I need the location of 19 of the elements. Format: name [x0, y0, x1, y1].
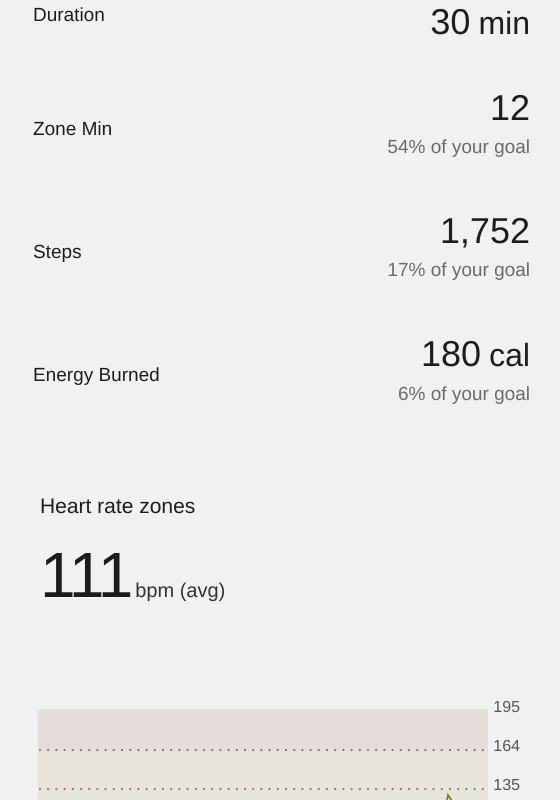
axis-label: 135: [493, 776, 520, 796]
stat-value: 1,752: [440, 209, 530, 253]
heart-rate-unit: bpm (avg): [135, 578, 226, 604]
stat-value: 180: [421, 332, 482, 376]
average-heart-rate: 111: [40, 538, 132, 612]
stat-label: Energy Burned: [33, 364, 160, 388]
goal-percentage-text: 17% of your goal: [387, 259, 530, 283]
stat-value: 30: [430, 0, 470, 44]
axis-label: 195: [493, 698, 520, 718]
stat-label: Duration: [33, 4, 105, 28]
stat-label: Steps: [33, 241, 82, 265]
stat-label: Zone Min: [33, 118, 112, 142]
stat-value: 12: [490, 86, 530, 130]
section-title: Heart rate zones: [40, 494, 196, 520]
stat-unit: min: [478, 4, 530, 43]
axis-label: 164: [493, 736, 520, 756]
goal-percentage-text: 54% of your goal: [387, 136, 530, 160]
goal-percentage-text: 6% of your goal: [398, 383, 530, 407]
stat-unit: cal: [489, 336, 530, 375]
